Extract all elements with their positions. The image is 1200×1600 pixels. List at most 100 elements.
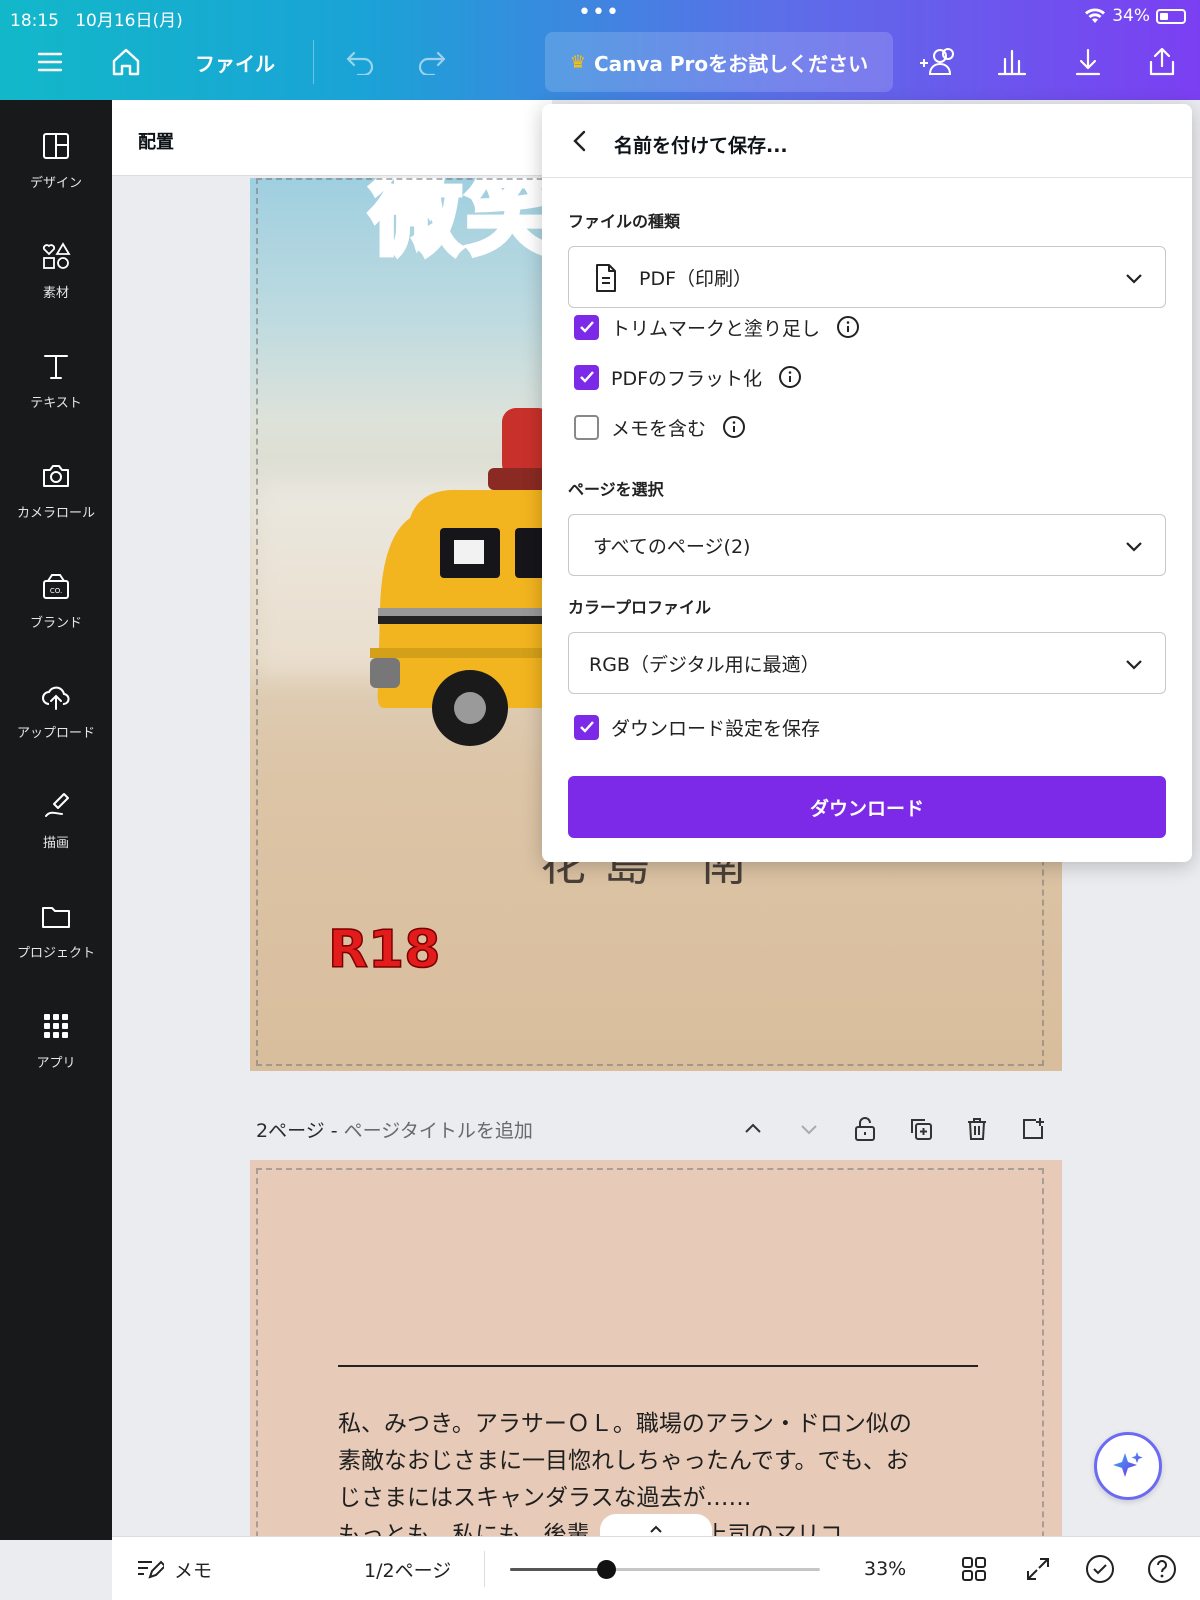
sidebar-item-elements[interactable]: 素材	[0, 236, 112, 326]
zoom-slider-thumb[interactable]	[597, 1560, 617, 1579]
check-button[interactable]	[1084, 1537, 1116, 1600]
insights-button[interactable]	[990, 40, 1034, 84]
sidebar-label: テキスト	[30, 396, 82, 411]
save-settings-checkbox-row[interactable]: ダウンロード設定を保存	[574, 712, 820, 742]
share-collaborate-button[interactable]	[916, 40, 960, 84]
color-profile-select[interactable]: RGB（デジタル用に最適）	[568, 632, 1166, 694]
sidebar-item-camera-roll[interactable]: カメラロール	[0, 456, 112, 546]
download-icon	[1075, 48, 1101, 76]
sidebar-item-draw[interactable]: 描画	[0, 786, 112, 876]
bar-chart-icon	[997, 49, 1027, 76]
draw-icon	[45, 793, 69, 817]
move-page-up-button[interactable]	[738, 1114, 768, 1144]
add-page-icon	[1023, 1118, 1044, 1139]
add-page-title[interactable]: ページタイトルを追加	[344, 1120, 533, 1142]
sidebar-item-apps[interactable]: アプリ	[0, 1006, 112, 1096]
color-profile-label: カラープロファイル	[568, 598, 712, 617]
toolbar-divider	[313, 40, 314, 84]
chevron-down-icon	[1126, 660, 1142, 670]
download-submit-button[interactable]: ダウンロード	[568, 776, 1166, 838]
select-pages-value: すべてのページ(2)	[593, 535, 751, 558]
try-canva-pro-button[interactable]: ♛ Canva Proをお試しください	[545, 32, 893, 92]
sidebar-item-design[interactable]: デザイン	[0, 126, 112, 216]
duplicate-icon	[911, 1119, 932, 1140]
checkmark-icon	[579, 321, 594, 333]
notes-label: メモ	[174, 1559, 213, 1582]
lock-icon	[855, 1117, 875, 1141]
undo-button[interactable]	[338, 40, 382, 84]
info-icon[interactable]	[722, 415, 746, 439]
save-settings-checkbox[interactable]	[574, 714, 599, 740]
share-button[interactable]	[1140, 40, 1184, 84]
redo-button[interactable]	[410, 40, 454, 84]
status-time: 18:15 10月16日(月)	[10, 11, 183, 31]
battery-percent: 34%	[1112, 6, 1150, 26]
sidebar-label: プロジェクト	[16, 946, 95, 961]
page-2-title-bar[interactable]: 2ページ - ページタイトルを追加	[256, 1116, 533, 1143]
sidebar-item-upload[interactable]: アップロード	[0, 676, 112, 766]
sidebar-label: アプリ	[36, 1056, 76, 1071]
sparkle-icon	[1113, 1452, 1143, 1477]
select-pages-select[interactable]: すべてのページ(2)	[568, 514, 1166, 576]
multitask-dots[interactable]: •••	[578, 0, 620, 25]
save-settings-label: ダウンロード設定を保存	[611, 717, 821, 740]
position-button[interactable]: 配置	[138, 128, 174, 154]
try-canva-pro-label: Canva Proをお試しください	[593, 51, 869, 76]
upload-cloud-icon	[42, 686, 70, 710]
divider-line[interactable]	[338, 1365, 978, 1367]
brand-icon: CO.	[43, 574, 69, 599]
duplicate-page-button[interactable]	[906, 1114, 936, 1144]
trim-marks-checkbox[interactable]	[574, 314, 599, 340]
page-indicator[interactable]: 1/2ページ	[364, 1537, 451, 1600]
menu-button[interactable]	[30, 40, 70, 84]
share-upload-icon	[1149, 47, 1175, 76]
info-icon[interactable]	[778, 365, 802, 389]
include-notes-checkbox-row[interactable]: メモを含む	[574, 412, 746, 442]
crown-icon: ♛	[569, 51, 586, 73]
file-type-select[interactable]: PDF（印刷）	[568, 246, 1166, 308]
include-notes-checkbox[interactable]	[574, 414, 599, 440]
dialog-title: 名前を付けて保存...	[614, 135, 788, 157]
sidebar-label: アップロード	[16, 726, 95, 741]
bottom-divider	[484, 1551, 485, 1587]
flatten-pdf-checkbox-row[interactable]: PDFのフラット化	[574, 362, 802, 392]
notes-button[interactable]: メモ	[136, 1537, 212, 1600]
undo-icon	[346, 51, 374, 75]
text-icon	[44, 355, 68, 379]
home-icon	[112, 48, 140, 76]
chevron-up-icon	[650, 1525, 662, 1533]
apps-grid-icon	[44, 1014, 68, 1038]
page-2-number: 2ページ -	[256, 1120, 344, 1142]
sidebar-item-projects[interactable]: プロジェクト	[0, 896, 112, 986]
back-icon[interactable]	[568, 128, 594, 154]
fullscreen-button[interactable]	[1024, 1537, 1052, 1600]
sidebar-label: デザイン	[29, 176, 82, 191]
save-as-dialog: 名前を付けて保存... ファイルの種類 PDF（印刷） トリムマークと塗り足し …	[542, 104, 1192, 862]
bottom-bar: メモ 1/2ページ 33%	[112, 1536, 1200, 1600]
zoom-percent[interactable]: 33%	[864, 1537, 906, 1600]
color-profile-value: RGB（デジタル用に最適）	[589, 653, 820, 676]
zoom-slider[interactable]	[510, 1560, 820, 1579]
lock-page-button[interactable]	[850, 1114, 880, 1144]
chevron-up-icon	[745, 1123, 761, 1133]
download-button[interactable]	[1066, 40, 1110, 84]
magic-assistant-button[interactable]	[1094, 1432, 1162, 1500]
delete-page-button[interactable]	[962, 1114, 992, 1144]
home-button[interactable]	[104, 40, 148, 84]
info-icon[interactable]	[836, 315, 860, 339]
trash-icon	[968, 1118, 986, 1140]
camera-icon	[43, 465, 69, 487]
move-page-down-button[interactable]	[794, 1114, 824, 1144]
add-page-button[interactable]	[1018, 1114, 1048, 1144]
help-button[interactable]	[1146, 1537, 1178, 1600]
status-indicators: 34%	[1084, 6, 1186, 26]
sidebar-item-text[interactable]: テキスト	[0, 346, 112, 436]
trim-marks-checkbox-row[interactable]: トリムマークと塗り足し	[574, 312, 860, 342]
grid-view-button[interactable]	[960, 1537, 988, 1600]
include-notes-label: メモを含む	[611, 417, 707, 440]
flatten-pdf-checkbox[interactable]	[574, 364, 599, 390]
sidebar-item-brand[interactable]: CO. ブランド	[0, 566, 112, 656]
file-menu-button[interactable]: ファイル	[190, 40, 280, 84]
synopsis-line: 私、みつき。アラサーＯＬ。職場のアラン・ドロン似の	[338, 1411, 912, 1437]
hamburger-icon	[37, 52, 63, 72]
